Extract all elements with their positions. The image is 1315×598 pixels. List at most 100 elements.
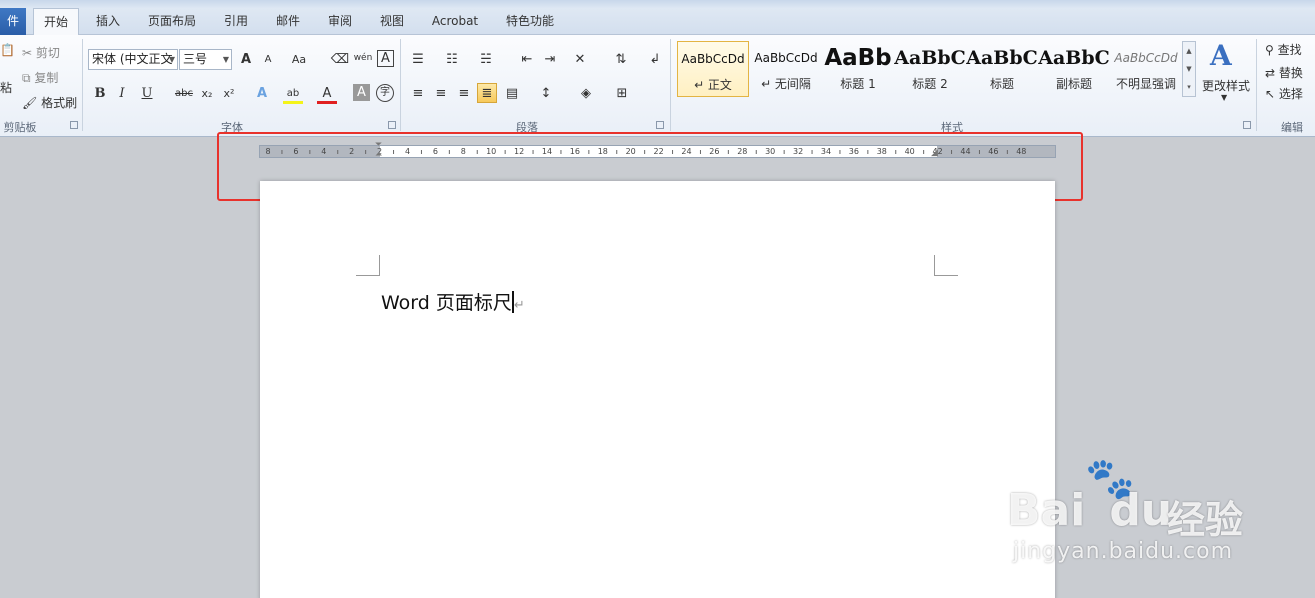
line-spacing-icon[interactable]: ↕ (536, 84, 556, 104)
paste-button[interactable]: 📋 (0, 43, 15, 57)
document-body-text[interactable]: Word 页面标尺 ↵ (381, 288, 525, 315)
sort-icon[interactable]: ⇅ (611, 50, 631, 70)
watermark-cn: 经验 (1167, 498, 1244, 542)
chevron-down-icon: ▼ (168, 55, 175, 64)
cut-button[interactable]: ✂ 剪切 (22, 44, 60, 61)
borders-icon[interactable]: ⊞ (612, 84, 632, 104)
font-launcher-icon[interactable] (388, 121, 396, 129)
increase-indent-icon[interactable]: ⇥ (540, 50, 560, 70)
character-border-button[interactable]: A (377, 50, 394, 67)
chevron-down-icon[interactable]: ▼ (1183, 60, 1195, 78)
group-separator (1256, 39, 1257, 131)
find-label: 查找 (1277, 43, 1302, 57)
cursor-icon: ↖ (1265, 87, 1276, 101)
gallery-more-icon[interactable]: ▾ (1183, 78, 1195, 96)
select-button[interactable]: ↖ 选择 (1265, 85, 1303, 102)
paragraph-launcher-icon[interactable] (656, 121, 664, 129)
ribbon-tab-bar: 件 开始 插入 页面布局 引用 邮件 审阅 视图 Acrobat 特色功能 (0, 8, 1315, 36)
clear-format-icon[interactable]: ⌫ (330, 50, 350, 70)
align-left-icon[interactable]: ≡ (408, 84, 428, 104)
decrease-indent-icon[interactable]: ⇤ (517, 50, 537, 70)
tab-file[interactable]: 件 (0, 8, 26, 35)
align-center-icon[interactable]: ≡ (431, 84, 451, 104)
grow-font-button[interactable]: A (236, 50, 256, 70)
shading-icon[interactable]: ◈ (576, 84, 596, 104)
subscript-button[interactable]: x₂ (197, 84, 217, 104)
style-name: 副标题 (1055, 77, 1092, 91)
tab-mailings[interactable]: 邮件 (266, 8, 310, 35)
style-sample: AaBbCcDd (1114, 51, 1178, 65)
asian-layout-icon[interactable]: ✕ (570, 50, 590, 70)
style-sample: AaBbCcDd (754, 51, 818, 65)
underline-button[interactable]: U (137, 84, 157, 104)
format-painter-label: 格式刷 (41, 96, 78, 110)
bold-button[interactable]: B (90, 84, 110, 104)
chevron-down-icon[interactable]: ▼ (1221, 93, 1227, 102)
style-name: 不明显强调 (1115, 77, 1176, 91)
style-name: 标题 (989, 77, 1014, 91)
multilevel-list-icon[interactable]: ☵ (476, 50, 496, 70)
tab-acrobat[interactable]: Acrobat (424, 8, 486, 35)
document-page[interactable]: Word 页面标尺 ↵ (260, 181, 1055, 598)
style-subtitle[interactable]: AaBbC 副标题 (1038, 41, 1110, 97)
style-name: ↵ 无间隔 (761, 77, 811, 91)
tab-home[interactable]: 开始 (33, 8, 79, 36)
enclose-character-button[interactable]: 字 (376, 84, 394, 102)
bullets-icon[interactable]: ☰ (408, 50, 428, 70)
group-separator (82, 39, 83, 131)
style-name: 标题 2 (912, 77, 948, 91)
watermark-url: jingyan.baidu.com (1013, 539, 1234, 564)
tab-special-features[interactable]: 特色功能 (498, 8, 562, 35)
justify-icon[interactable]: ≣ (477, 83, 497, 103)
find-button[interactable]: ⚲ 查找 (1265, 41, 1302, 58)
editing-group-label: 编辑 (1281, 121, 1303, 134)
shrink-font-button[interactable]: A (258, 50, 278, 70)
baidu-jingyan-watermark: 🐾 Bai du 经验 jingyan.baidu.com (1007, 455, 1307, 575)
change-styles-icon[interactable]: A (1210, 39, 1232, 72)
tab-page-layout[interactable]: 页面布局 (140, 8, 204, 35)
numbering-icon[interactable]: ☷ (442, 50, 462, 70)
styles-gallery-scroll[interactable]: ▲ ▼ ▾ (1182, 41, 1196, 97)
chevron-up-icon[interactable]: ▲ (1183, 42, 1195, 60)
copy-button[interactable]: ⧉ 复制 (22, 69, 58, 86)
text-effects-icon[interactable]: A (252, 84, 272, 104)
tab-references[interactable]: 引用 (214, 8, 258, 35)
change-styles-button[interactable]: 更改样式 (1202, 77, 1250, 94)
font-size-combo[interactable]: 三号 ▼ (179, 49, 232, 70)
style-sample: AaBbCcDd (681, 52, 745, 66)
select-label: 选择 (1278, 87, 1303, 101)
highlight-icon[interactable]: ab (283, 84, 303, 104)
paste-label: 粘 (0, 81, 13, 95)
show-marks-icon[interactable]: ↲ (645, 50, 665, 70)
distributed-icon[interactable]: ▤ (502, 84, 522, 104)
italic-button[interactable]: I (112, 84, 132, 104)
font-name-combo[interactable]: 宋体 (中文正文 ▼ (88, 49, 178, 70)
style-subtle-emphasis[interactable]: AaBbCcDd 不明显强调 (1110, 41, 1182, 97)
group-separator (670, 39, 671, 131)
strikethrough-button[interactable]: abc (172, 84, 196, 104)
superscript-button[interactable]: x² (219, 84, 239, 104)
clipboard-launcher-icon[interactable] (70, 121, 78, 129)
align-right-icon[interactable]: ≡ (454, 84, 474, 104)
replace-button[interactable]: ⇄ 替换 (1265, 64, 1303, 81)
replace-icon: ⇄ (1265, 66, 1276, 80)
tab-insert[interactable]: 插入 (86, 8, 130, 35)
styles-launcher-icon[interactable] (1243, 121, 1251, 129)
style-normal[interactable]: AaBbCcDd ↵ 正文 (677, 41, 749, 97)
style-title[interactable]: AaBbC 标题 (966, 41, 1038, 97)
character-shading-button[interactable]: A (353, 84, 370, 101)
style-sample: AaBb (824, 45, 892, 71)
replace-label: 替换 (1278, 66, 1303, 80)
font-color-button[interactable]: A (317, 84, 337, 104)
format-painter-button[interactable]: 🖌 格式刷 (22, 94, 77, 111)
style-heading-1[interactable]: AaBb 标题 1 (822, 41, 894, 97)
change-case-button[interactable]: Aa (289, 50, 309, 70)
paste-icon: 📋 (0, 43, 15, 57)
style-heading-2[interactable]: AaBbC 标题 2 (894, 41, 966, 97)
tab-view[interactable]: 视图 (370, 8, 414, 35)
tab-review[interactable]: 审阅 (318, 8, 362, 35)
phonetic-guide-button[interactable]: wén (353, 48, 373, 68)
style-no-spacing[interactable]: AaBbCcDd ↵ 无间隔 (750, 41, 822, 97)
margin-corner-top-left (356, 255, 380, 276)
group-separator (400, 39, 401, 131)
